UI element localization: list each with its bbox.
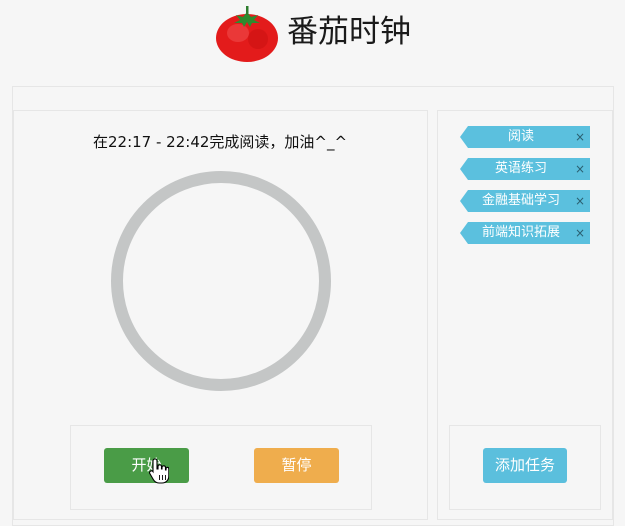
start-button[interactable]: 开始 <box>104 448 189 483</box>
tomato-logo-icon <box>216 6 278 62</box>
hand-cursor-icon <box>149 458 169 484</box>
app-title: 番茄时钟 <box>287 14 411 50</box>
close-icon[interactable]: × <box>575 158 585 180</box>
close-icon[interactable]: × <box>575 126 585 148</box>
pause-button[interactable]: 暂停 <box>254 448 339 483</box>
add-task-button[interactable]: 添加任务 <box>483 448 567 483</box>
task-label: 前端知识拓展 <box>481 225 560 240</box>
timer-ring <box>111 171 331 391</box>
task-label: 英语练习 <box>494 161 547 176</box>
task-label: 阅读 <box>507 129 534 144</box>
task-item[interactable]: 前端知识拓展 × <box>460 222 590 244</box>
task-label: 金融基础学习 <box>481 193 560 208</box>
task-item[interactable]: 英语练习 × <box>460 158 590 180</box>
task-item[interactable]: 金融基础学习 × <box>460 190 590 212</box>
app-header: 番茄时钟 <box>0 0 625 75</box>
task-list: 阅读 × 英语练习 × 金融基础学习 × 前端知识拓展 × <box>460 126 590 254</box>
close-icon[interactable]: × <box>575 190 585 212</box>
close-icon[interactable]: × <box>575 222 585 244</box>
timer-status-text: 在22:17 - 22:42完成阅读，加油^_^ <box>93 133 348 151</box>
task-item[interactable]: 阅读 × <box>460 126 590 148</box>
